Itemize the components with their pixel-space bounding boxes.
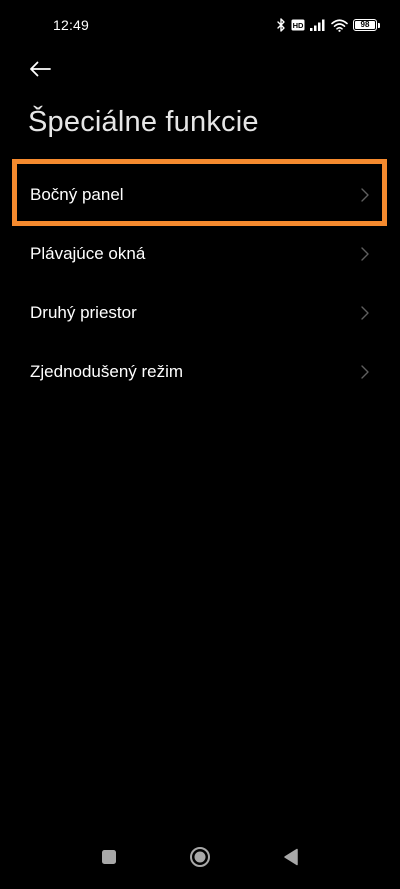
list-item-label: Zjednodušený režim — [30, 361, 184, 381]
battery-level: 98 — [360, 20, 370, 29]
list-item-label: Plávajúce okná — [30, 243, 146, 263]
battery-tip — [378, 22, 380, 28]
list-item-label: Bočný panel — [30, 184, 124, 204]
list-item-plavajuce-okna[interactable]: Plávajúce okná — [0, 224, 400, 283]
list-item-zjednoduseny-rezim[interactable]: Zjednodušený režim — [0, 342, 400, 401]
hd-icon: HD — [291, 19, 305, 31]
chevron-right-icon — [360, 187, 370, 203]
status-icons: HD 98 — [277, 17, 380, 33]
list-item-label: Druhý priestor — [30, 302, 137, 322]
status-time: 12:49 — [53, 17, 90, 33]
back-button[interactable] — [26, 55, 54, 83]
home-circle-icon — [190, 847, 210, 867]
signal-icon — [310, 19, 325, 31]
wifi-icon — [331, 18, 348, 32]
home-button[interactable] — [188, 845, 212, 869]
hd-label: HD — [293, 21, 304, 30]
recents-square-icon — [102, 850, 116, 864]
settings-list: Bočný panel Plávajúce okná Druhý priesto… — [0, 165, 400, 401]
chevron-right-icon — [360, 364, 370, 380]
chevron-right-icon — [360, 305, 370, 321]
bluetooth-icon — [277, 18, 285, 32]
navigation-bar — [0, 835, 400, 889]
back-triangle-icon — [284, 848, 298, 866]
chevron-right-icon — [360, 246, 370, 262]
status-bar: 12:49 HD 98 — [0, 0, 400, 50]
arrow-left-icon — [30, 61, 51, 77]
recents-button[interactable] — [97, 845, 121, 869]
nav-back-button[interactable] — [279, 845, 303, 869]
list-item-druhy-priestor[interactable]: Druhý priestor — [0, 283, 400, 342]
page-title: Špeciálne funkcie — [28, 106, 259, 138]
battery-icon: 98 — [353, 19, 377, 31]
list-item-bocny-panel[interactable]: Bočný panel — [0, 165, 400, 224]
